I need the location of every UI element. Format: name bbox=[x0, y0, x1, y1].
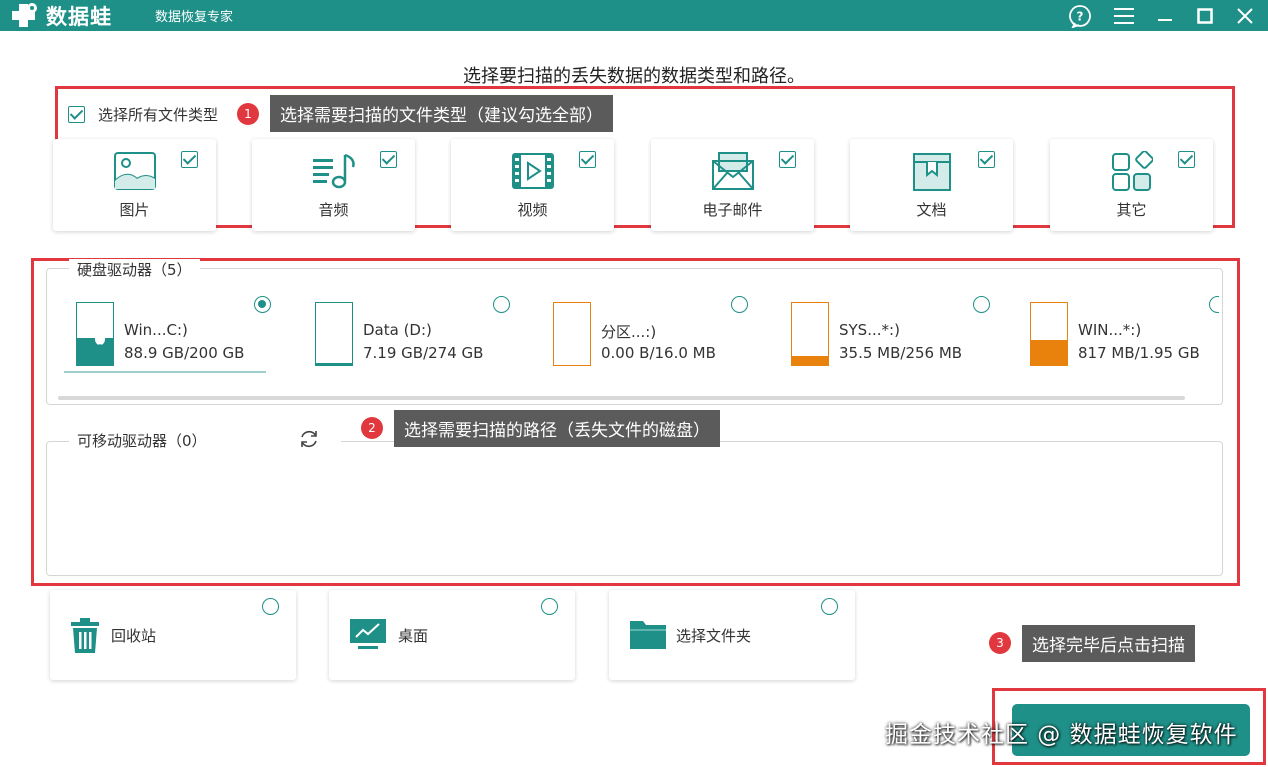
watermark: 掘金技术社区 @ 数据蛙恢复软件 bbox=[885, 722, 1238, 748]
drive-usage-bar bbox=[315, 302, 353, 366]
drive-next-radio[interactable] bbox=[1209, 296, 1219, 313]
file-type-card-other[interactable]: 其它 bbox=[1050, 139, 1213, 231]
select-all-label: 选择所有文件类型 bbox=[98, 106, 219, 124]
step3-tooltip: 选择完毕后点击扫描 bbox=[1022, 625, 1195, 662]
app-logo: 数据蛙 bbox=[10, 2, 112, 29]
page-heading: 选择要扫描的丢失数据的数据类型和路径。 bbox=[463, 66, 805, 87]
location-label: 选择文件夹 bbox=[676, 627, 752, 645]
drive-sys-radio[interactable] bbox=[973, 296, 990, 313]
file-type-label: 音频 bbox=[318, 201, 349, 219]
file-type-label: 文档 bbox=[916, 201, 947, 219]
app-subtitle: 数据恢复专家 bbox=[155, 10, 234, 25]
drive-c-radio[interactable] bbox=[254, 296, 271, 313]
desktop-card[interactable]: 桌面 bbox=[329, 590, 575, 680]
document-icon bbox=[911, 151, 953, 197]
help-icon: ? bbox=[1069, 4, 1091, 28]
frog-logo-icon bbox=[10, 2, 40, 29]
location-label: 桌面 bbox=[398, 627, 429, 645]
hard-drives-title: 硬盘驱动器（5） bbox=[69, 259, 200, 280]
selected-drive-underline bbox=[64, 371, 266, 373]
recycle-bin-radio[interactable] bbox=[262, 598, 279, 615]
audio-type-checkbox[interactable] bbox=[380, 151, 397, 168]
desktop-radio[interactable] bbox=[541, 598, 558, 615]
step3-badge: 3 bbox=[989, 632, 1011, 654]
title-bar: 数据蛙 数据恢复专家 ? bbox=[0, 0, 1268, 31]
close-icon bbox=[1237, 7, 1253, 24]
removable-drives-title: 可移动驱动器（0） bbox=[77, 432, 207, 450]
drive-c[interactable]: Win...C:) 88.9 GB/200 GB bbox=[76, 296, 306, 376]
select-all-types-checkbox[interactable]: 选择所有文件类型 bbox=[68, 104, 218, 125]
minimize-button[interactable] bbox=[1146, 0, 1184, 31]
file-type-card-audio[interactable]: 音频 bbox=[252, 139, 415, 231]
drive-size: 35.5 MB/256 MB bbox=[839, 344, 963, 362]
file-type-card-document[interactable]: 文档 bbox=[850, 139, 1013, 231]
minimize-icon bbox=[1158, 18, 1172, 21]
drive-name: WIN...*:) bbox=[1078, 321, 1142, 339]
select-folder-card[interactable]: 选择文件夹 bbox=[609, 590, 855, 680]
step2-badge: 2 bbox=[361, 417, 383, 439]
file-type-card-email[interactable]: 电子邮件 bbox=[651, 139, 814, 231]
drive-name: 分区...:) bbox=[601, 323, 657, 341]
maximize-button[interactable] bbox=[1186, 0, 1224, 31]
refresh-icon bbox=[301, 430, 317, 448]
drive-usage-bar bbox=[1030, 302, 1068, 366]
audio-icon bbox=[311, 151, 357, 195]
step1-badge: 1 bbox=[237, 103, 259, 125]
removable-drives-section bbox=[46, 441, 1223, 576]
drive-partition-radio[interactable] bbox=[731, 296, 748, 313]
drive-usage-bar bbox=[791, 302, 829, 366]
drive-usage-fill bbox=[1031, 339, 1067, 365]
drive-win[interactable]: WIN...*:) 817 MB/1.95 GB bbox=[1030, 296, 1210, 376]
step1-tooltip: 选择需要扫描的文件类型（建议勾选全部） bbox=[270, 95, 613, 132]
file-type-card-video[interactable]: 视频 bbox=[451, 139, 614, 231]
drive-name: SYS...*:) bbox=[839, 321, 900, 339]
apple-logo-icon bbox=[95, 332, 105, 345]
file-type-label: 其它 bbox=[1116, 201, 1147, 219]
app-name: 数据蛙 bbox=[46, 4, 112, 29]
drive-usage-fill bbox=[792, 356, 828, 365]
maximize-icon bbox=[1197, 7, 1213, 24]
drive-usage-fill bbox=[316, 363, 352, 365]
drive-size: 817 MB/1.95 GB bbox=[1078, 344, 1200, 362]
step2-tooltip: 选择需要扫描的路径（丢失文件的磁盘） bbox=[394, 410, 720, 447]
document-type-checkbox[interactable] bbox=[978, 151, 995, 168]
folder-icon bbox=[629, 618, 667, 654]
drive-name: Data (D:) bbox=[363, 321, 432, 339]
recycle-bin-icon bbox=[70, 618, 100, 658]
file-type-label: 电子邮件 bbox=[702, 201, 763, 219]
svg-text:?: ? bbox=[1077, 9, 1084, 23]
video-icon bbox=[511, 151, 555, 195]
drive-size: 88.9 GB/200 GB bbox=[124, 344, 245, 362]
help-button[interactable]: ? bbox=[1061, 0, 1099, 31]
email-type-checkbox[interactable] bbox=[779, 151, 796, 168]
recycle-bin-card[interactable]: 回收站 bbox=[50, 590, 296, 680]
video-type-checkbox[interactable] bbox=[579, 151, 596, 168]
hamburger-menu-icon bbox=[1114, 7, 1134, 24]
drives-horizontal-scrollbar[interactable] bbox=[58, 396, 1185, 400]
close-button[interactable] bbox=[1226, 0, 1264, 31]
select-all-checkbox[interactable] bbox=[68, 106, 85, 123]
file-type-card-image[interactable]: 图片 bbox=[53, 139, 216, 231]
drive-d[interactable]: Data (D:) 7.19 GB/274 GB bbox=[315, 296, 545, 376]
image-icon bbox=[113, 151, 157, 195]
drive-size: 7.19 GB/274 GB bbox=[363, 344, 484, 362]
file-type-label: 图片 bbox=[119, 201, 150, 219]
image-type-checkbox[interactable] bbox=[181, 151, 198, 168]
other-type-checkbox[interactable] bbox=[1178, 151, 1195, 168]
drive-size: 0.00 B/16.0 MB bbox=[601, 344, 716, 362]
other-icon bbox=[1111, 150, 1154, 197]
drive-partition[interactable]: 分区...:) 0.00 B/16.0 MB bbox=[553, 296, 783, 376]
menu-button[interactable] bbox=[1105, 0, 1143, 31]
location-label: 回收站 bbox=[111, 627, 157, 645]
refresh-button[interactable] bbox=[298, 428, 320, 454]
file-type-label: 视频 bbox=[517, 201, 548, 219]
email-icon bbox=[711, 151, 755, 195]
select-folder-radio[interactable] bbox=[821, 598, 838, 615]
drive-next-radio-clip bbox=[1209, 296, 1219, 314]
desktop-icon bbox=[349, 618, 387, 654]
drive-usage-bar bbox=[553, 302, 591, 366]
drive-d-radio[interactable] bbox=[493, 296, 510, 313]
drive-name: Win...C:) bbox=[124, 321, 188, 339]
